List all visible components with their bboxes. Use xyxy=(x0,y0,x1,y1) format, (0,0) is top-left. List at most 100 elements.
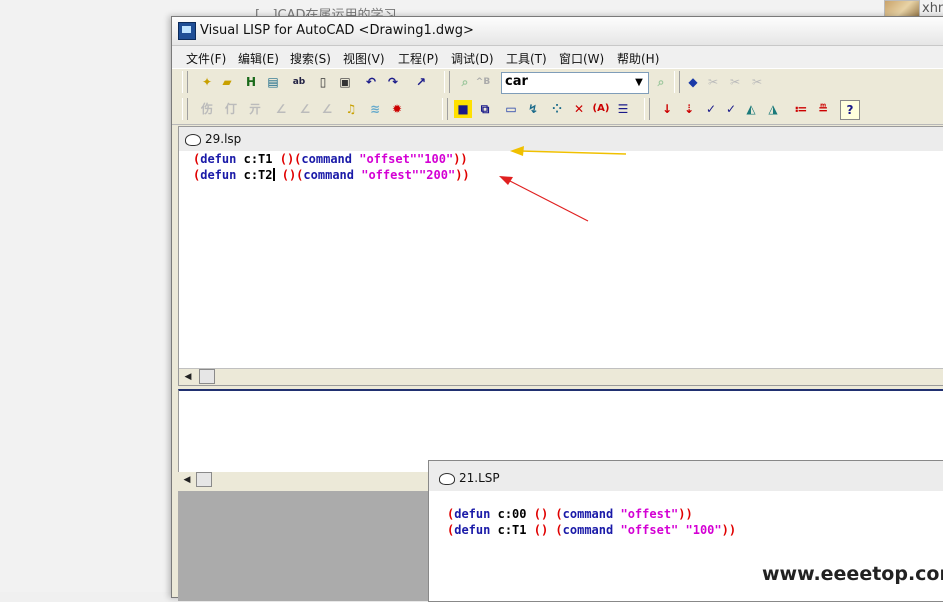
step-over-icon[interactable]: (A) xyxy=(592,100,610,118)
code-keyword: command xyxy=(562,523,614,537)
toolbar-grip[interactable] xyxy=(444,71,450,93)
code-keyword: defun xyxy=(454,523,491,537)
app-icon xyxy=(178,22,196,40)
window-title: Visual LISP for AutoCAD <Drawing1.dwg> xyxy=(200,23,474,38)
new-file-icon[interactable]: ✦ xyxy=(198,73,216,91)
code-string: "offest" xyxy=(361,168,420,182)
editor-tab[interactable]: 29.lsp xyxy=(179,127,943,151)
toolbar-grip[interactable] xyxy=(644,98,650,120)
format-icon[interactable]: 伤 xyxy=(198,100,216,118)
menu-file[interactable]: 文件(F) xyxy=(186,50,226,67)
code-line[interactable]: (defun c:T1 ()(command "offset""100")) xyxy=(193,152,468,166)
horizontal-scrollbar[interactable]: ◀ xyxy=(179,368,943,385)
paste-icon[interactable]: ▣ xyxy=(336,73,354,91)
step-out-icon[interactable]: ☰ xyxy=(614,100,632,118)
mdi-background xyxy=(178,491,430,601)
scroll-left-icon[interactable]: ◀ xyxy=(180,473,194,487)
activate-window-icon[interactable]: ■ xyxy=(454,100,472,118)
step-icon[interactable]: ≋ xyxy=(366,100,384,118)
load-icon[interactable]: ⌕ xyxy=(652,73,670,91)
menu-search[interactable]: 搜索(S) xyxy=(290,50,331,67)
activate-autocad-icon[interactable]: ✹ xyxy=(388,100,406,118)
break-down-icon[interactable]: ⇣ xyxy=(680,100,698,118)
chevron-down-icon[interactable]: ▼ xyxy=(632,75,646,91)
code-line[interactable]: (defun c:00 () (command "offest")) xyxy=(447,507,693,521)
function-name: c:T1 xyxy=(497,523,527,537)
toolbar-grip[interactable] xyxy=(674,71,680,93)
load-selection-icon[interactable]: ∠ xyxy=(272,100,290,118)
code-keyword: defun xyxy=(200,152,237,166)
check-all-icon[interactable]: ✓ xyxy=(722,100,740,118)
code-value: 200 xyxy=(426,168,448,182)
menu-window[interactable]: 窗口(W) xyxy=(559,50,604,67)
find-icon[interactable]: ⌕ xyxy=(456,73,474,91)
toolbar-grip[interactable] xyxy=(182,71,188,93)
function-name: c:00 xyxy=(497,507,527,521)
console-horizontal-scrollbar[interactable]: ◀ xyxy=(178,472,428,488)
menu-bar: 文件(F) 编辑(E) 搜索(S) 视图(V) 工程(P) 调试(D) 工具(T… xyxy=(172,46,943,68)
watch-icon[interactable]: ♫ xyxy=(342,100,360,118)
code-line[interactable]: (defun c:T1 () (command "offset" "100")) xyxy=(447,523,736,537)
trace-icon[interactable]: ✂ xyxy=(748,73,766,91)
open-file-icon[interactable]: ▰ xyxy=(218,73,236,91)
menu-edit[interactable]: 编辑(E) xyxy=(238,50,279,67)
lisp-file-icon xyxy=(439,473,455,485)
help-icon[interactable]: ? xyxy=(840,100,860,120)
editor-tab[interactable]: 21.LSP xyxy=(429,461,943,491)
save-icon[interactable]: H xyxy=(242,73,260,91)
uncomment-icon[interactable]: 亓 xyxy=(246,100,264,118)
complete-word-icon[interactable]: ↗ xyxy=(412,73,430,91)
comment-icon[interactable]: 仃 xyxy=(222,100,240,118)
code-keyword: defun xyxy=(454,507,491,521)
scroll-thumb[interactable] xyxy=(196,472,212,487)
undo-icon[interactable]: ↶ xyxy=(362,73,380,91)
triangle-alt-icon[interactable]: ◮ xyxy=(764,100,782,118)
code-keyword: command xyxy=(562,507,614,521)
code-keyword: command xyxy=(301,152,352,166)
triangle-icon[interactable]: ◭ xyxy=(742,100,760,118)
find-replace-icon[interactable]: ^B xyxy=(474,73,492,91)
code-value: "100" xyxy=(685,523,722,537)
menu-project[interactable]: 工程(P) xyxy=(398,50,439,67)
check-mark-icon[interactable]: ✓ xyxy=(702,100,720,118)
toolbar-row-2: 伤 仃 亓 ∠ ∠ ∠ ♫ ≋ ✹ ■ ⧉ ▭ ↯ ⁘ ✕ (A) ☰ ↓ ⇣ … xyxy=(172,96,943,125)
quit-icon[interactable]: ⁘ xyxy=(548,100,566,118)
watermark: www.eeeetop.com xyxy=(762,563,943,585)
copy-icon[interactable]: ▯ xyxy=(314,73,332,91)
menu-debug[interactable]: 调试(D) xyxy=(451,50,494,67)
code-keyword: command xyxy=(303,168,354,182)
step-into-icon[interactable]: ✕ xyxy=(570,100,588,118)
reset-icon[interactable]: ▭ xyxy=(502,100,520,118)
code-string: "offset" xyxy=(620,523,679,537)
check-selection-icon[interactable]: ∠ xyxy=(318,100,336,118)
editor-29-lsp[interactable]: 29.lsp (defun c:T1 ()(command "offset""1… xyxy=(178,126,943,386)
user-name[interactable]: xhn xyxy=(922,1,943,16)
toggle-breakpoint-icon[interactable]: ◆ xyxy=(684,73,702,91)
inspect-icon[interactable]: ✂ xyxy=(726,73,744,91)
list-icon[interactable]: ≔ xyxy=(792,100,810,118)
last-break-icon[interactable]: ↓ xyxy=(658,100,676,118)
apropos-icon[interactable]: ✂ xyxy=(704,73,722,91)
scroll-left-icon[interactable]: ◀ xyxy=(181,370,195,384)
cut-icon[interactable]: ab xyxy=(290,73,308,91)
check-icon[interactable]: ∠ xyxy=(296,100,314,118)
editor-tab-label: 29.lsp xyxy=(205,132,242,146)
menu-help[interactable]: 帮助(H) xyxy=(617,50,659,67)
search-combo-value: car xyxy=(505,74,528,89)
search-combo[interactable]: car ▼ xyxy=(501,72,649,94)
window-switch-icon[interactable]: ⧉ xyxy=(476,100,494,118)
sort-icon[interactable]: ≞ xyxy=(814,100,832,118)
scroll-thumb[interactable] xyxy=(199,369,215,384)
toolbar-grip[interactable] xyxy=(182,98,188,120)
redo-icon[interactable]: ↷ xyxy=(384,73,402,91)
continue-icon[interactable]: ↯ xyxy=(524,100,542,118)
menu-view[interactable]: 视图(V) xyxy=(343,50,385,67)
code-value: 100 xyxy=(424,152,446,166)
title-bar[interactable]: Visual LISP for AutoCAD <Drawing1.dwg> xyxy=(172,17,943,46)
code-line[interactable]: (defun c:T2 ()(command "offest""200")) xyxy=(193,168,470,182)
print-icon[interactable]: ▤ xyxy=(264,73,282,91)
menu-tools[interactable]: 工具(T) xyxy=(506,50,547,67)
code-keyword: defun xyxy=(200,168,237,182)
toolbar-grip[interactable] xyxy=(442,98,448,120)
toolbar-row-1: ✦ ▰ H ▤ ab ▯ ▣ ↶ ↷ ↗ ⌕ ^B car ▼ ⌕ ◆ ✂ ✂ … xyxy=(172,68,943,97)
